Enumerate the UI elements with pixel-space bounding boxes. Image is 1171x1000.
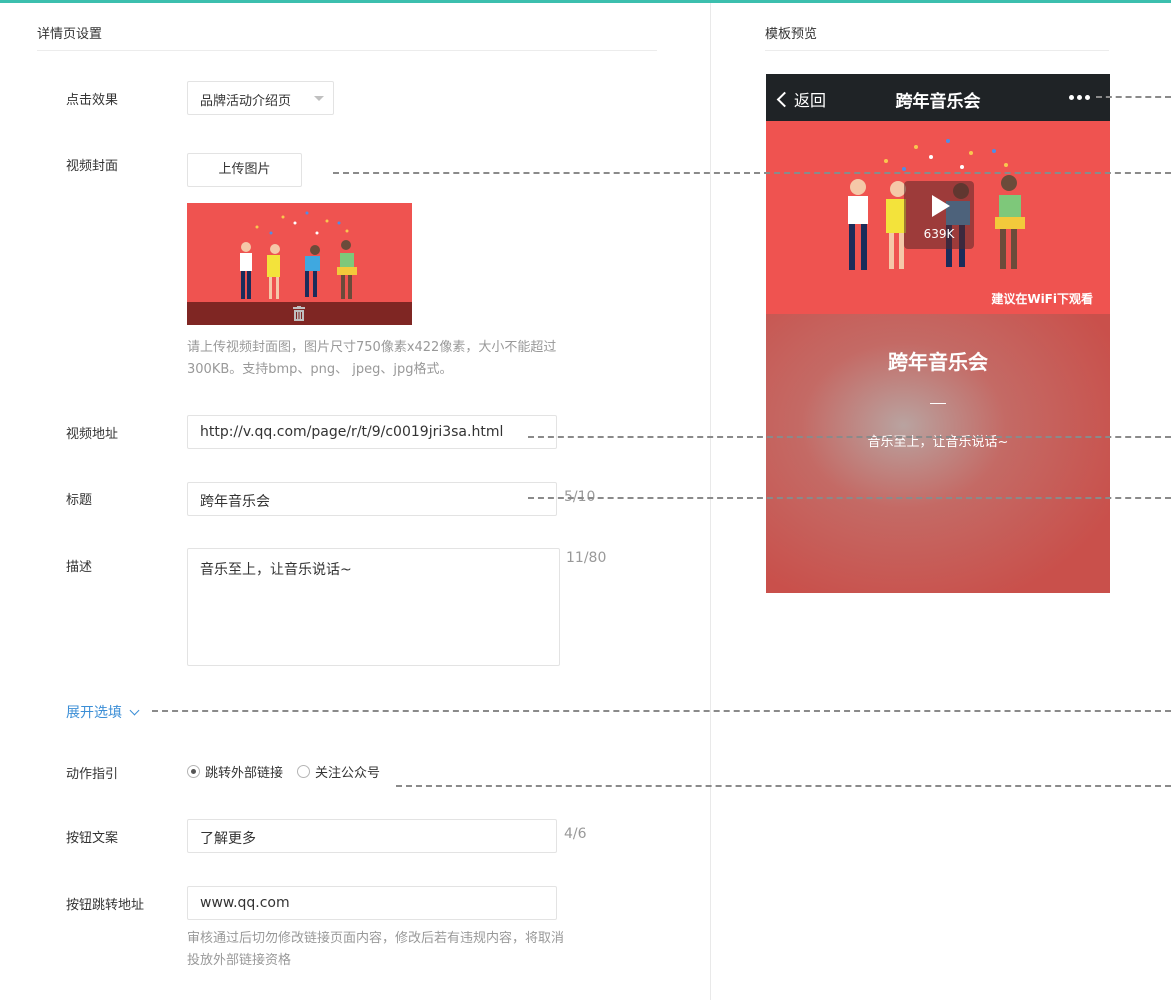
title-input[interactable]: 跨年音乐会 — [187, 482, 557, 516]
video-size: 639K — [923, 227, 955, 241]
preview-content: 跨年音乐会 音乐至上，让音乐说话~ — [766, 314, 1110, 593]
description-label: 描述 — [66, 560, 93, 575]
play-icon — [932, 195, 950, 217]
cover-hint-line2: 300KB。支持bmp、png、 jpeg、jpg格式。 — [187, 362, 453, 377]
top-accent-bar — [0, 0, 1171, 3]
delete-bar[interactable] — [187, 302, 412, 325]
button-url-label: 按钮跳转地址 — [66, 898, 145, 913]
video-url-input[interactable]: http://v.qq.com/page/r/t/9/c0019jri3sa.h… — [187, 415, 557, 449]
preview-video[interactable]: 639K 建议在WiFi下观看 — [766, 121, 1110, 314]
radio-unchecked-icon[interactable] — [297, 765, 311, 778]
connector-line — [333, 172, 1171, 174]
radio-external-link-label: 跳转外部链接 — [205, 766, 284, 781]
description-textarea[interactable]: 音乐至上，让音乐说话~ — [187, 548, 560, 666]
wifi-tip: 建议在WiFi下观看 — [991, 292, 1093, 306]
video-cover-label: 视频封面 — [66, 159, 119, 174]
expand-optional-link[interactable]: 展开选填 — [66, 702, 140, 722]
radio-checked-icon[interactable] — [187, 765, 200, 778]
title-label: 标题 — [66, 493, 93, 508]
phone-preview: 返回 跨年音乐会 639K 建议在WiFi下观看 跨年音乐会 音乐至上，让音乐说… — [766, 74, 1110, 593]
video-url-label: 视频地址 — [66, 427, 119, 442]
preview-content-title: 跨年音乐会 — [888, 350, 988, 374]
click-effect-value: 品牌活动介绍页 — [200, 94, 292, 109]
section-divider — [37, 50, 657, 51]
radio-external-link[interactable]: 跳转外部链接 — [187, 762, 283, 781]
caret-down-icon — [314, 96, 324, 101]
cover-thumbnail — [187, 203, 412, 325]
action-guide-radios: 跳转外部链接 关注公众号 — [187, 762, 394, 781]
button-url-input[interactable]: www.qq.com — [187, 886, 557, 920]
button-url-hint-line2: 投放外部链接资格 — [187, 953, 292, 968]
button-url-hint-line1: 审核通过后切勿修改链接页面内容，修改后若有违规内容，将取消 — [187, 931, 565, 946]
panel-divider — [710, 3, 711, 1000]
button-text-counter: 4/6 — [564, 826, 587, 842]
play-button[interactable]: 639K — [904, 181, 974, 249]
detail-settings-title: 详情页设置 — [37, 27, 103, 42]
chevron-down-icon — [129, 705, 140, 716]
preview-nav-bar: 返回 跨年音乐会 — [766, 74, 1110, 121]
template-preview-title: 模板预览 — [765, 27, 818, 42]
button-text-label: 按钮文案 — [66, 831, 119, 846]
preview-nav-title: 跨年音乐会 — [895, 92, 981, 112]
more-icon[interactable] — [1069, 95, 1093, 100]
section-divider — [765, 50, 1109, 51]
preview-content-desc: 音乐至上，让音乐说话~ — [867, 435, 1009, 450]
description-counter: 11/80 — [566, 550, 607, 566]
cover-hint-line1: 请上传视频封面图，图片尺寸750像素x422像素，大小不能超过 — [187, 340, 557, 355]
connector-line — [528, 497, 1171, 499]
click-effect-select[interactable]: 品牌活动介绍页 — [187, 81, 334, 115]
upload-image-button[interactable]: 上传图片 — [187, 153, 302, 187]
trash-icon[interactable] — [293, 306, 305, 321]
preview-content-divider — [930, 403, 946, 404]
connector-line — [152, 710, 1171, 712]
action-guide-label: 动作指引 — [66, 767, 119, 782]
connector-line — [1096, 96, 1171, 98]
connector-line — [396, 785, 1171, 787]
radio-follow-account[interactable]: 关注公众号 — [297, 762, 380, 781]
expand-optional-label: 展开选填 — [66, 705, 122, 721]
button-text-input[interactable]: 了解更多 — [187, 819, 557, 853]
radio-follow-account-label: 关注公众号 — [315, 766, 381, 781]
connector-line — [528, 436, 1171, 438]
click-effect-label: 点击效果 — [66, 93, 119, 108]
